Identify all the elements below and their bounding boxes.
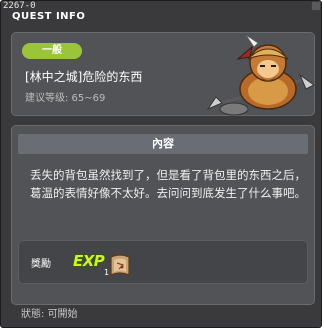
quest-status: 狀態: 可開始	[21, 309, 78, 320]
quest-description: 丢失的背包虽然找到了，但是看了背包里的东西之后，葛温的表情好像不太好。去问问到底…	[30, 168, 306, 200]
quest-category-badge: 一般	[22, 43, 82, 59]
reward-item-count: 1	[104, 268, 110, 277]
quest-recommended-level: 建议等级: 65~69	[25, 93, 106, 104]
window-corner-icon[interactable]	[311, 1, 321, 11]
content-header: 內容	[18, 134, 308, 154]
quest-info-window: 2267-0 QUEST INFO 一般 [林中之城]危险的东西 建议等级: 6…	[0, 0, 322, 328]
map-scroll-icon[interactable]	[107, 251, 133, 279]
quest-id-label: 2267-0	[3, 1, 36, 11]
quest-summary-panel: 一般 [林中之城]危险的东西 建议等级: 65~69	[11, 32, 315, 116]
npc-portrait-icon	[206, 34, 315, 116]
window-title: QUEST INFO	[12, 11, 86, 22]
quest-name: [林中之城]危险的东西	[25, 70, 143, 84]
exp-reward-icon[interactable]: EXP	[73, 252, 105, 270]
quest-content-panel: 內容 丢失的背包虽然找到了，但是看了背包里的东西之后，葛温的表情好像不太好。去问…	[11, 125, 315, 305]
reward-box: 獎勵 EXP 1	[18, 240, 308, 284]
reward-label: 獎勵	[31, 259, 51, 270]
